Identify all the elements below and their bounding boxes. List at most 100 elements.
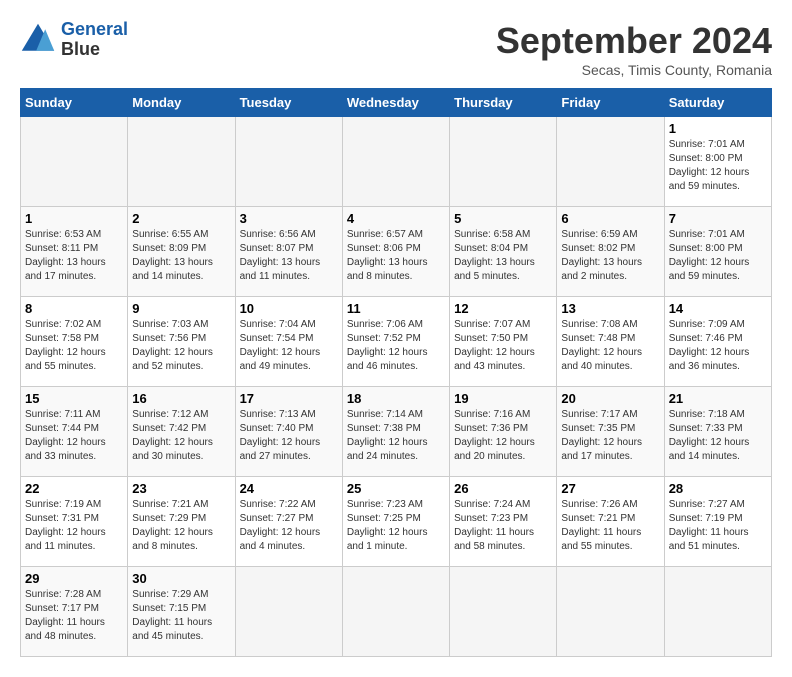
calendar-day-header: Saturday xyxy=(664,89,771,117)
day-number: 25 xyxy=(347,481,445,496)
day-info: Sunrise: 7:13 AMSunset: 7:40 PMDaylight:… xyxy=(240,408,338,464)
calendar-day-header: Tuesday xyxy=(235,89,342,117)
day-info: Sunrise: 7:28 AMSunset: 7:17 PMDaylight:… xyxy=(25,588,123,644)
day-number: 12 xyxy=(454,301,552,316)
day-info: Sunrise: 7:09 AMSunset: 7:46 PMDaylight:… xyxy=(669,318,767,374)
day-number: 7 xyxy=(669,211,767,226)
day-number: 11 xyxy=(347,301,445,316)
day-info: Sunrise: 7:21 AMSunset: 7:29 PMDaylight:… xyxy=(132,498,230,554)
day-number: 21 xyxy=(669,391,767,406)
day-number: 13 xyxy=(561,301,659,316)
calendar-day-cell: 27Sunrise: 7:26 AMSunset: 7:21 PMDayligh… xyxy=(557,477,664,567)
day-info: Sunrise: 7:23 AMSunset: 7:25 PMDaylight:… xyxy=(347,498,445,554)
calendar-week-row: 15 Sunrise: 7:11 AMSunset: 7:44 PMDayligh… xyxy=(21,387,772,477)
day-info: Sunrise: 7:14 AMSunset: 7:38 PMDaylight:… xyxy=(347,408,445,464)
day-info: Sunrise: 6:56 AMSunset: 8:07 PMDaylight:… xyxy=(240,228,338,284)
day-number: 9 xyxy=(132,301,230,316)
calendar-day-header: Friday xyxy=(557,89,664,117)
calendar-day-cell xyxy=(21,117,128,207)
day-info: Sunrise: 7:17 AMSunset: 7:35 PMDaylight:… xyxy=(561,408,659,464)
calendar-day-cell: 16Sunrise: 7:12 AMSunset: 7:42 PMDayligh… xyxy=(128,387,235,477)
day-info: Sunrise: 7:29 AMSunset: 7:15 PMDaylight:… xyxy=(132,588,230,644)
calendar-header-row: SundayMondayTuesdayWednesdayThursdayFrid… xyxy=(21,89,772,117)
day-number: 14 xyxy=(669,301,767,316)
calendar-day-cell: 24 Sunrise: 7:22 AMSunset: 7:27 PMDayligh… xyxy=(235,477,342,567)
day-info: Sunrise: 7:08 AMSunset: 7:48 PMDaylight:… xyxy=(561,318,659,374)
calendar-day-cell: 22Sunrise: 7:19 AMSunset: 7:31 PMDayligh… xyxy=(21,477,128,567)
day-number: 26 xyxy=(454,481,552,496)
calendar-day-cell xyxy=(235,117,342,207)
calendar-day-cell: 1Sunrise: 7:01 AMSunset: 8:00 PMDaylight… xyxy=(664,117,771,207)
day-info: Sunrise: 6:55 AMSunset: 8:09 PMDaylight:… xyxy=(132,228,230,284)
day-number: 17 xyxy=(240,391,338,406)
calendar-day-cell: 11 Sunrise: 7:06 AMSunset: 7:52 PMDayligh… xyxy=(342,297,449,387)
title-block: September 2024 Secas, Timis County, Roma… xyxy=(496,20,772,78)
calendar-day-cell: 18 Sunrise: 7:14 AMSunset: 7:38 PMDayligh… xyxy=(342,387,449,477)
day-info: Sunrise: 7:02 AMSunset: 7:58 PMDaylight:… xyxy=(25,318,123,374)
calendar-day-cell: 8 Sunrise: 7:02 AMSunset: 7:58 PMDaylight… xyxy=(21,297,128,387)
calendar-day-cell: 13 Sunrise: 7:08 AMSunset: 7:48 PMDayligh… xyxy=(557,297,664,387)
day-number: 18 xyxy=(347,391,445,406)
day-info: Sunrise: 7:27 AMSunset: 7:19 PMDaylight:… xyxy=(669,498,767,554)
day-number: 19 xyxy=(454,391,552,406)
day-info: Sunrise: 7:11 AMSunset: 7:44 PMDaylight:… xyxy=(25,408,123,464)
day-number: 3 xyxy=(240,211,338,226)
calendar-day-cell: 4Sunrise: 6:57 AMSunset: 8:06 PMDaylight… xyxy=(342,207,449,297)
calendar-day-header: Wednesday xyxy=(342,89,449,117)
day-number: 10 xyxy=(240,301,338,316)
calendar-table: SundayMondayTuesdayWednesdayThursdayFrid… xyxy=(20,88,772,657)
calendar-day-cell: 5 Sunrise: 6:58 AMSunset: 8:04 PMDaylight… xyxy=(450,207,557,297)
day-info: Sunrise: 7:06 AMSunset: 7:52 PMDaylight:… xyxy=(347,318,445,374)
calendar-day-cell: 28 Sunrise: 7:27 AMSunset: 7:19 PMDayligh… xyxy=(664,477,771,567)
calendar-day-cell: 2 Sunrise: 6:55 AMSunset: 8:09 PMDaylight… xyxy=(128,207,235,297)
calendar-day-cell: 25 Sunrise: 7:23 AMSunset: 7:25 PMDayligh… xyxy=(342,477,449,567)
calendar-day-cell: 19 Sunrise: 7:16 AMSunset: 7:36 PMDayligh… xyxy=(450,387,557,477)
calendar-day-cell: 26 Sunrise: 7:24 AMSunset: 7:23 PMDayligh… xyxy=(450,477,557,567)
day-number: 30 xyxy=(132,571,230,586)
calendar-day-cell: 20 Sunrise: 7:17 AMSunset: 7:35 PMDayligh… xyxy=(557,387,664,477)
day-info: Sunrise: 7:01 AMSunset: 8:00 PMDaylight:… xyxy=(669,228,767,284)
calendar-day-cell: 1 Sunrise: 6:53 AMSunset: 8:11 PMDaylight… xyxy=(21,207,128,297)
calendar-day-cell: 6 Sunrise: 6:59 AMSunset: 8:02 PMDaylight… xyxy=(557,207,664,297)
calendar-day-cell: 3 Sunrise: 6:56 AMSunset: 8:07 PMDaylight… xyxy=(235,207,342,297)
calendar-day-header: Sunday xyxy=(21,89,128,117)
calendar-day-cell: 7 Sunrise: 7:01 AMSunset: 8:00 PMDaylight… xyxy=(664,207,771,297)
calendar-day-cell: 23 Sunrise: 7:21 AMSunset: 7:29 PMDayligh… xyxy=(128,477,235,567)
calendar-day-cell: 15 Sunrise: 7:11 AMSunset: 7:44 PMDayligh… xyxy=(21,387,128,477)
day-info: Sunrise: 6:53 AMSunset: 8:11 PMDaylight:… xyxy=(25,228,123,284)
day-number: 2 xyxy=(132,211,230,226)
calendar-week-row: 8 Sunrise: 7:02 AMSunset: 7:58 PMDaylight… xyxy=(21,297,772,387)
day-info: Sunrise: 7:26 AMSunset: 7:21 PMDaylight:… xyxy=(561,498,659,554)
day-info: Sunrise: 7:22 AMSunset: 7:27 PMDaylight:… xyxy=(240,498,338,554)
calendar-day-cell xyxy=(342,117,449,207)
day-number: 20 xyxy=(561,391,659,406)
day-number: 6 xyxy=(561,211,659,226)
day-info: Sunrise: 7:12 AMSunset: 7:42 PMDaylight:… xyxy=(132,408,230,464)
day-info: Sunrise: 6:59 AMSunset: 8:02 PMDaylight:… xyxy=(561,228,659,284)
day-info: Sunrise: 7:03 AMSunset: 7:56 PMDaylight:… xyxy=(132,318,230,374)
location-subtitle: Secas, Timis County, Romania xyxy=(496,62,772,78)
day-info: Sunrise: 7:24 AMSunset: 7:23 PMDaylight:… xyxy=(454,498,552,554)
calendar-day-header: Monday xyxy=(128,89,235,117)
day-number: 23 xyxy=(132,481,230,496)
day-info: Sunrise: 7:07 AMSunset: 7:50 PMDaylight:… xyxy=(454,318,552,374)
day-info: Sunrise: 7:01 AMSunset: 8:00 PMDaylight:… xyxy=(669,138,767,194)
day-number: 1 xyxy=(25,211,123,226)
day-number: 15 xyxy=(25,391,123,406)
calendar-day-cell xyxy=(557,117,664,207)
calendar-day-cell xyxy=(450,117,557,207)
month-title: September 2024 xyxy=(496,20,772,62)
day-info: Sunrise: 6:58 AMSunset: 8:04 PMDaylight:… xyxy=(454,228,552,284)
calendar-week-row: 1Sunrise: 7:01 AMSunset: 8:00 PMDaylight… xyxy=(21,117,772,207)
day-number: 28 xyxy=(669,481,767,496)
day-number: 24 xyxy=(240,481,338,496)
calendar-week-row: 22Sunrise: 7:19 AMSunset: 7:31 PMDayligh… xyxy=(21,477,772,567)
day-info: Sunrise: 7:16 AMSunset: 7:36 PMDaylight:… xyxy=(454,408,552,464)
day-number: 8 xyxy=(25,301,123,316)
logo-text: General Blue xyxy=(61,20,128,60)
day-number: 5 xyxy=(454,211,552,226)
logo: General Blue xyxy=(20,20,128,60)
calendar-day-cell: 9 Sunrise: 7:03 AMSunset: 7:56 PMDaylight… xyxy=(128,297,235,387)
calendar-day-cell xyxy=(128,117,235,207)
day-number: 22 xyxy=(25,481,123,496)
